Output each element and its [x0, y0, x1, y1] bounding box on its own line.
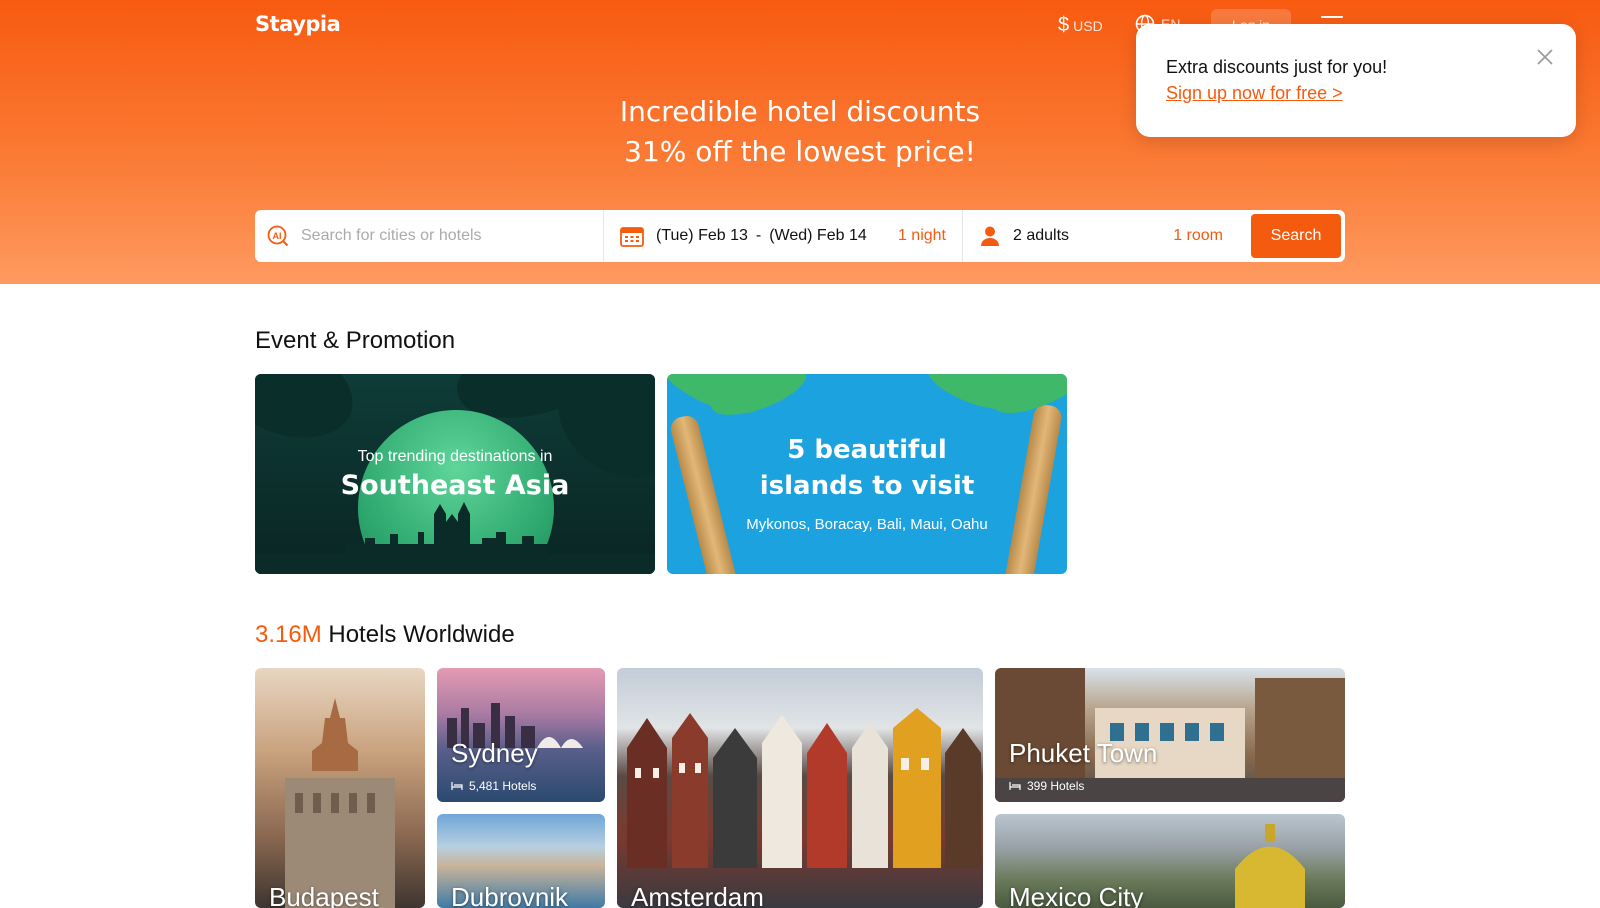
person-icon [981, 226, 999, 246]
search-bar: AI (Tue) Feb 13 - (Wed) Feb 14 1 night 2… [255, 210, 1345, 262]
date-picker[interactable]: (Tue) Feb 13 - (Wed) Feb 14 1 night [604, 210, 963, 262]
city-name: Amsterdam [631, 882, 764, 908]
promo-card-southeast-asia[interactable]: Top trending destinations in Southeast A… [255, 374, 655, 574]
ai-search-icon: AI [267, 225, 289, 247]
signup-link[interactable]: Sign up now for free > [1166, 83, 1343, 104]
city-name: Mexico City [1009, 882, 1144, 908]
site-logo[interactable]: Staypia [255, 12, 341, 36]
promo-1-line-1: Top trending destinations in [357, 448, 553, 465]
destination-field[interactable]: AI [255, 210, 604, 262]
city-name: Phuket Town [1009, 738, 1158, 768]
date-separator: - [755, 227, 762, 244]
hero-line-2: 31% off the lowest price! [624, 135, 976, 168]
city-tile-amsterdam[interactable]: Amsterdam [617, 668, 983, 908]
checkin-date: (Tue) Feb 13 [656, 227, 748, 244]
promotions-heading: Event & Promotion [255, 327, 456, 354]
calendar-icon [620, 227, 644, 247]
promo-2-line-2: Mykonos, Boracay, Bali, Maui, Oahu [746, 516, 988, 533]
currency-selector[interactable]: $ USD [1058, 14, 1103, 37]
bed-icon [1009, 782, 1021, 790]
city-tile-mexico-city[interactable]: Mexico City [995, 814, 1345, 908]
search-button[interactable]: Search [1251, 214, 1341, 258]
close-icon[interactable] [1536, 48, 1554, 66]
guests-count: 2 adults [1013, 227, 1070, 244]
guests-picker[interactable]: 2 adults 1 room Search [963, 210, 1345, 262]
hotels-count: 3.16M [255, 621, 322, 648]
city-tile-sydney[interactable]: Sydney 5,481 Hotels [437, 668, 605, 802]
city-hotel-count: 399 Hotels [1009, 779, 1084, 793]
city-name: Budapest [269, 882, 379, 908]
hotels-heading: 3.16M Hotels Worldwide [255, 621, 515, 649]
skyline-silhouette [345, 502, 548, 559]
promo-2-line-1: 5 beautiful islands to visit [759, 435, 975, 501]
dollar-icon: $ [1058, 14, 1070, 36]
rooms-count: 1 room [1173, 227, 1223, 244]
checkout-date: (Wed) Feb 14 [769, 227, 867, 244]
svg-text:AI: AI [273, 231, 282, 241]
popup-title: Extra discounts just for you! [1166, 57, 1388, 77]
signup-popup: Extra discounts just for you! Sign up no… [1136, 24, 1576, 137]
city-name: Sydney [451, 738, 538, 768]
promo-card-islands[interactable]: 5 beautiful islands to visit Mykonos, Bo… [667, 374, 1067, 574]
hotels-heading-text: Hotels Worldwide [328, 621, 515, 648]
city-tile-dubrovnik[interactable]: Dubrovnik [437, 814, 605, 908]
city-tile-budapest[interactable]: Budapest [255, 668, 425, 908]
bed-icon [451, 782, 463, 790]
city-tile-phuket-town[interactable]: Phuket Town 399 Hotels [995, 668, 1345, 802]
nights-count: 1 night [897, 227, 946, 244]
currency-label: USD [1073, 17, 1103, 34]
city-hotel-count: 5,481 Hotels [451, 779, 536, 793]
promo-1-line-2: Southeast Asia [340, 470, 570, 501]
search-input[interactable] [301, 227, 591, 245]
city-name: Dubrovnik [451, 882, 569, 908]
